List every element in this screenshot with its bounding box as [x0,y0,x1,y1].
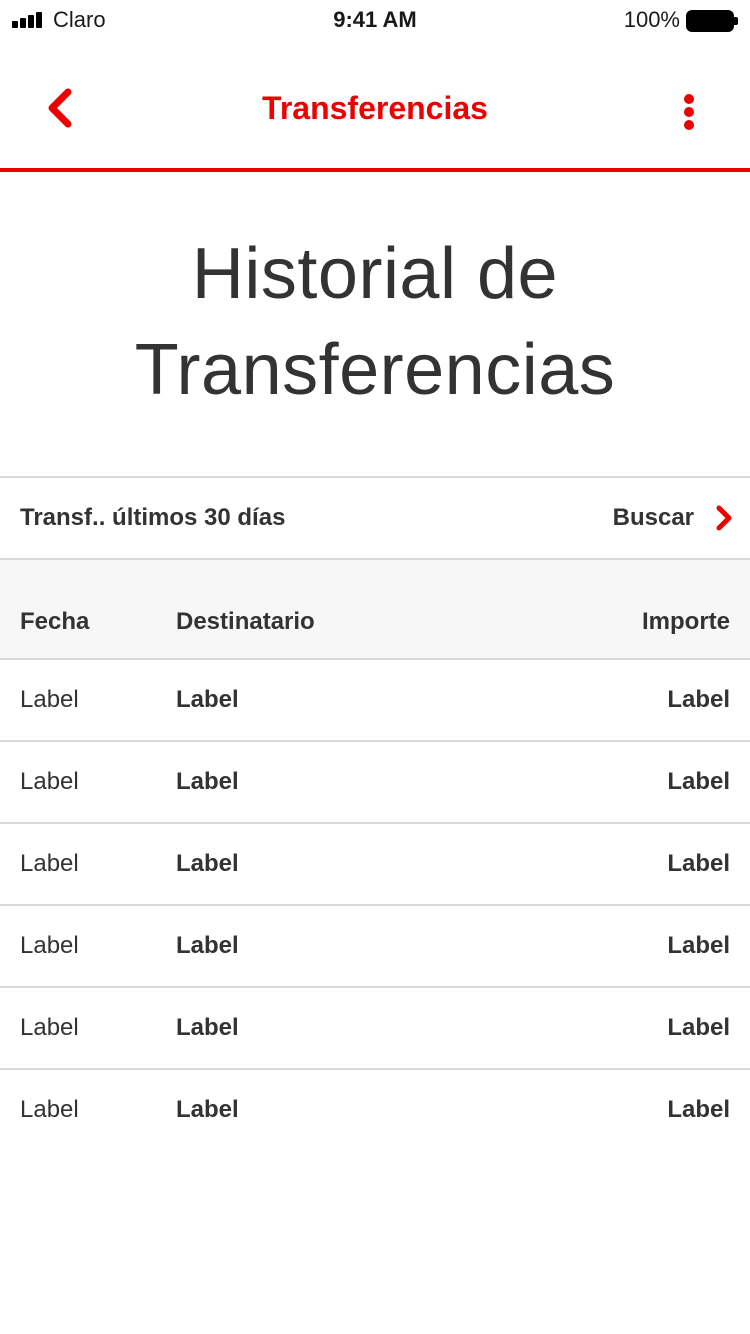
row-amount: Label [667,768,730,795]
row-recipient: Label [176,850,239,877]
row-recipient: Label [176,768,239,795]
row-amount: Label [667,686,730,713]
row-amount: Label [667,850,730,877]
battery-percentage: 100% [623,7,680,32]
filter-row: Transf.. últimos 30 días Buscar [0,476,750,560]
table-row[interactable]: Label Label Label [0,824,750,906]
table-row[interactable]: Label Label Label [0,1070,750,1152]
search-button[interactable]: Buscar [613,498,734,538]
table-header: Fecha Destinatario Importe [0,560,750,660]
column-header-recipient: Destinatario [176,608,315,635]
row-amount: Label [667,1014,730,1041]
row-recipient: Label [176,686,239,713]
page-title: Historial de Transferencias [134,234,616,410]
nav-header: Transferencias [0,40,750,172]
row-date: Label [20,850,79,877]
row-amount: Label [667,932,730,959]
row-date: Label [20,768,79,795]
row-date: Label [20,1014,79,1041]
row-recipient: Label [176,1014,239,1041]
column-header-amount: Importe [641,608,730,635]
row-recipient: Label [176,1096,239,1123]
row-recipient: Label [176,932,239,959]
more-vertical-icon [684,94,694,130]
more-options-button[interactable] [670,90,710,134]
battery-terminal [734,17,738,25]
transfer-list: Label Label Label Label Label Label Labe… [0,660,750,1152]
row-amount: Label [667,1096,730,1123]
column-header-date: Fecha [20,608,90,635]
table-row[interactable]: Label Label Label [0,988,750,1070]
status-bar: Claro 9:41 AM 100% [0,0,750,40]
chevron-right-icon [716,505,732,531]
search-label: Buscar [612,504,694,531]
nav-title: Transferencias [262,90,488,126]
battery-icon [686,10,734,32]
row-date: Label [20,1096,79,1123]
row-date: Label [20,932,79,959]
period-filter-label: Transf.. últimos 30 días [20,504,286,531]
table-row[interactable]: Label Label Label [0,660,750,742]
table-row[interactable]: Label Label Label [0,906,750,988]
row-date: Label [20,686,79,713]
table-row[interactable]: Label Label Label [0,742,750,824]
